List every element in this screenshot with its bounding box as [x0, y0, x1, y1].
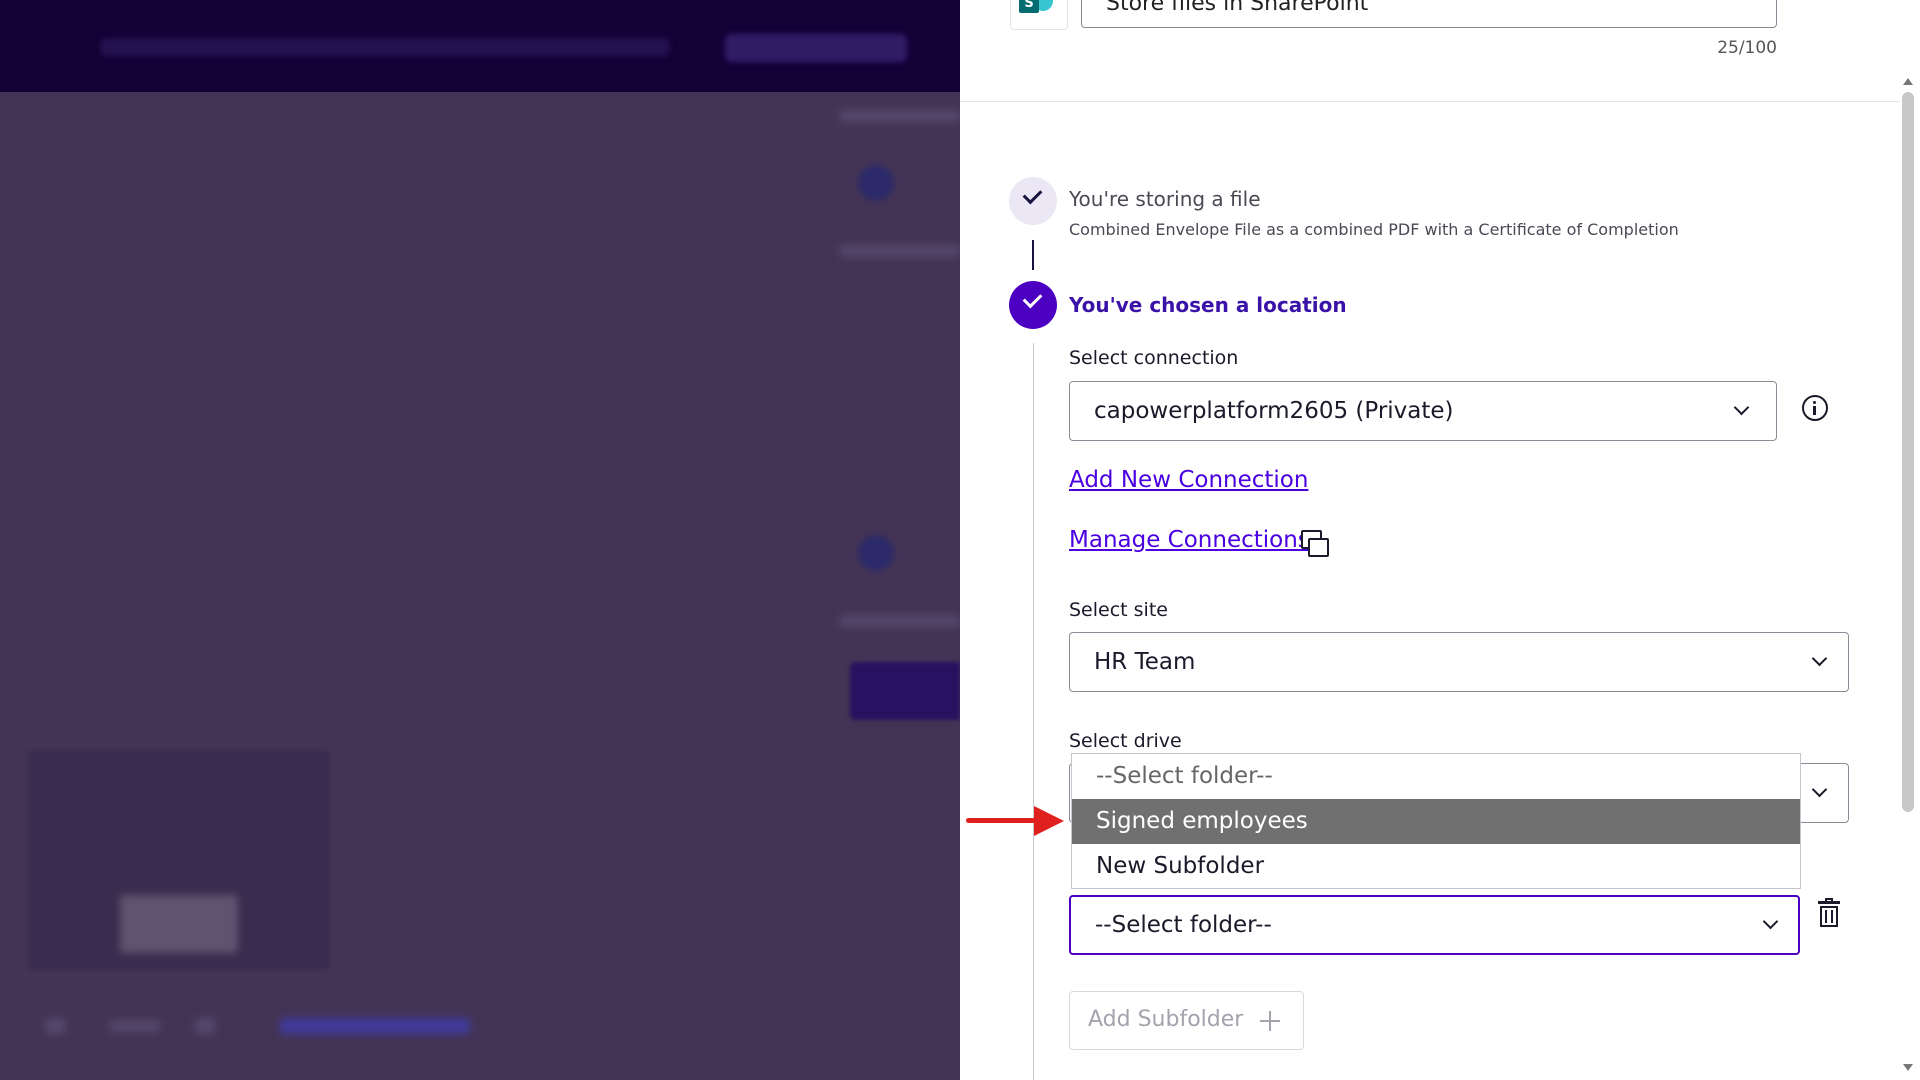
folder-select-value: --Select folder-- — [1095, 912, 1272, 938]
background-icon — [195, 1018, 215, 1034]
background-dot — [858, 165, 894, 201]
select-connection-label: Select connection — [1069, 347, 1239, 369]
background-app-overlay — [0, 0, 960, 1080]
site-select-value: HR Team — [1094, 649, 1196, 675]
background-text — [840, 110, 960, 122]
background-card-image — [120, 895, 238, 953]
folder-select[interactable]: --Select folder-- — [1069, 895, 1800, 955]
step-connector — [1032, 240, 1034, 270]
folder-option[interactable]: --Select folder-- — [1072, 754, 1800, 799]
scroll-up-icon[interactable] — [1903, 78, 1913, 85]
select-drive-label: Select drive — [1069, 730, 1182, 752]
background-dot — [858, 535, 894, 571]
sharepoint-logo-icon: S — [1010, 0, 1068, 30]
folder-option[interactable]: New Subfolder — [1072, 844, 1800, 889]
background-text — [840, 615, 960, 627]
site-select[interactable]: HR Team — [1069, 632, 1849, 692]
step-complete-icon — [1009, 177, 1057, 225]
background-icon — [45, 1018, 65, 1034]
folder-option-highlighted[interactable]: Signed employees — [1072, 799, 1800, 844]
add-subfolder-label: Add Subfolder — [1088, 1007, 1244, 1032]
connection-select-value: capowerplatform2605 (Private) — [1094, 398, 1454, 424]
background-button — [850, 662, 960, 720]
info-icon[interactable] — [1802, 395, 1828, 421]
external-window-icon[interactable] — [1301, 530, 1329, 557]
background-text — [110, 1020, 160, 1032]
step-connector — [1033, 343, 1034, 1080]
chevron-down-icon — [1733, 399, 1750, 416]
step-title: You've chosen a location — [1069, 293, 1347, 317]
character-count: 25/100 — [1717, 38, 1777, 58]
name-input[interactable]: Store files in SharePoint — [1081, 0, 1777, 28]
manage-connections-link[interactable]: Manage Connections — [1069, 527, 1310, 553]
check-icon — [1022, 288, 1043, 309]
chevron-down-icon — [1811, 781, 1828, 798]
annotation-arrow-head — [1034, 806, 1064, 836]
background-link — [280, 1018, 470, 1034]
background-header-button — [725, 34, 907, 62]
step-subtitle: Combined Envelope File as a combined PDF… — [1069, 220, 1679, 239]
chevron-down-icon — [1811, 650, 1828, 667]
folder-dropdown-list: --Select folder-- Signed employees New S… — [1071, 753, 1801, 889]
scrollbar-thumb[interactable] — [1902, 92, 1914, 812]
select-site-label: Select site — [1069, 599, 1168, 621]
step-active-icon — [1009, 281, 1057, 329]
chevron-down-icon — [1762, 913, 1779, 930]
check-icon — [1022, 184, 1043, 205]
background-text — [840, 245, 960, 257]
connection-select[interactable]: capowerplatform2605 (Private) — [1069, 381, 1777, 441]
trash-icon[interactable] — [1818, 898, 1840, 928]
scroll-down-icon[interactable] — [1903, 1064, 1913, 1071]
background-header-text — [100, 38, 670, 56]
header-divider — [960, 101, 1900, 102]
add-subfolder-button[interactable]: Add Subfolder — [1069, 991, 1304, 1050]
add-new-connection-link[interactable]: Add New Connection — [1069, 467, 1308, 493]
annotation-arrow — [966, 818, 1036, 823]
step-title: You're storing a file — [1069, 187, 1261, 211]
